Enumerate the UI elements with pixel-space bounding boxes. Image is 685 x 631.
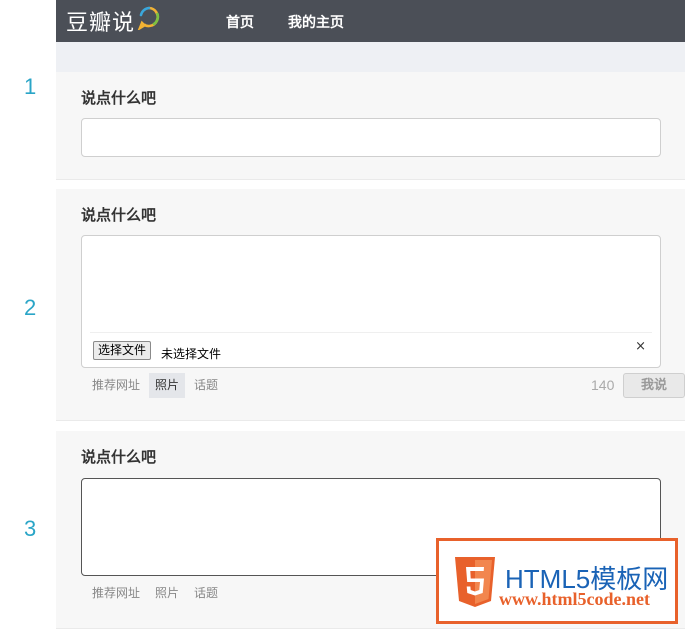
watermark-badge: HTML5模板网 www.html5code.net: [436, 538, 678, 624]
speech-bubble-logo-icon: [137, 6, 160, 30]
nav-home-link[interactable]: 首页: [226, 12, 254, 32]
compose-textarea[interactable]: 选择文件 未选择文件 ×: [81, 235, 661, 368]
tool-recommend-url[interactable]: 推荐网址: [86, 373, 146, 398]
tool-topic[interactable]: 话题: [188, 581, 224, 606]
tool-recommend-url[interactable]: 推荐网址: [86, 581, 146, 606]
step-number-2: 2: [24, 295, 37, 320]
section-title: 说点什么吧: [81, 89, 157, 107]
step-number-3: 3: [24, 516, 37, 541]
compose-input[interactable]: [81, 118, 661, 157]
tool-photo[interactable]: 照片: [149, 373, 186, 398]
char-counter: 140: [591, 377, 615, 393]
choose-file-button[interactable]: 选择文件: [93, 341, 152, 360]
douban-logo[interactable]: 豆瓣说: [66, 6, 161, 36]
close-icon[interactable]: ×: [635, 339, 646, 354]
step-number-1: 1: [24, 74, 37, 99]
nav-strip: [56, 42, 685, 72]
watermark-url: www.html5code.net: [499, 589, 650, 609]
logo-text: 豆瓣说: [66, 11, 136, 36]
section-title: 说点什么吧: [81, 448, 157, 466]
tool-topic[interactable]: 话题: [188, 373, 224, 398]
tool-photo[interactable]: 照片: [149, 581, 185, 606]
compose-section-collapsed: 说点什么吧: [56, 72, 685, 180]
section-title: 说点什么吧: [81, 206, 157, 224]
submit-button[interactable]: 我说: [623, 373, 685, 398]
compose-toolbar: 推荐网址 照片 话题: [81, 581, 381, 606]
nav-my-page-link[interactable]: 我的主页: [288, 12, 344, 32]
html5-shield-icon: [455, 557, 495, 607]
file-status-text: 未选择文件: [161, 347, 222, 361]
photo-upload-row: 选择文件 未选择文件 ×: [90, 332, 652, 367]
compose-section-photo: 说点什么吧 选择文件 未选择文件 × 推荐网址 照片 话题 140 我说: [56, 189, 685, 421]
compose-toolbar: 推荐网址 照片 话题 140 我说: [81, 373, 685, 398]
top-nav-bar: 豆瓣说 首页 我的主页: [56, 0, 685, 42]
